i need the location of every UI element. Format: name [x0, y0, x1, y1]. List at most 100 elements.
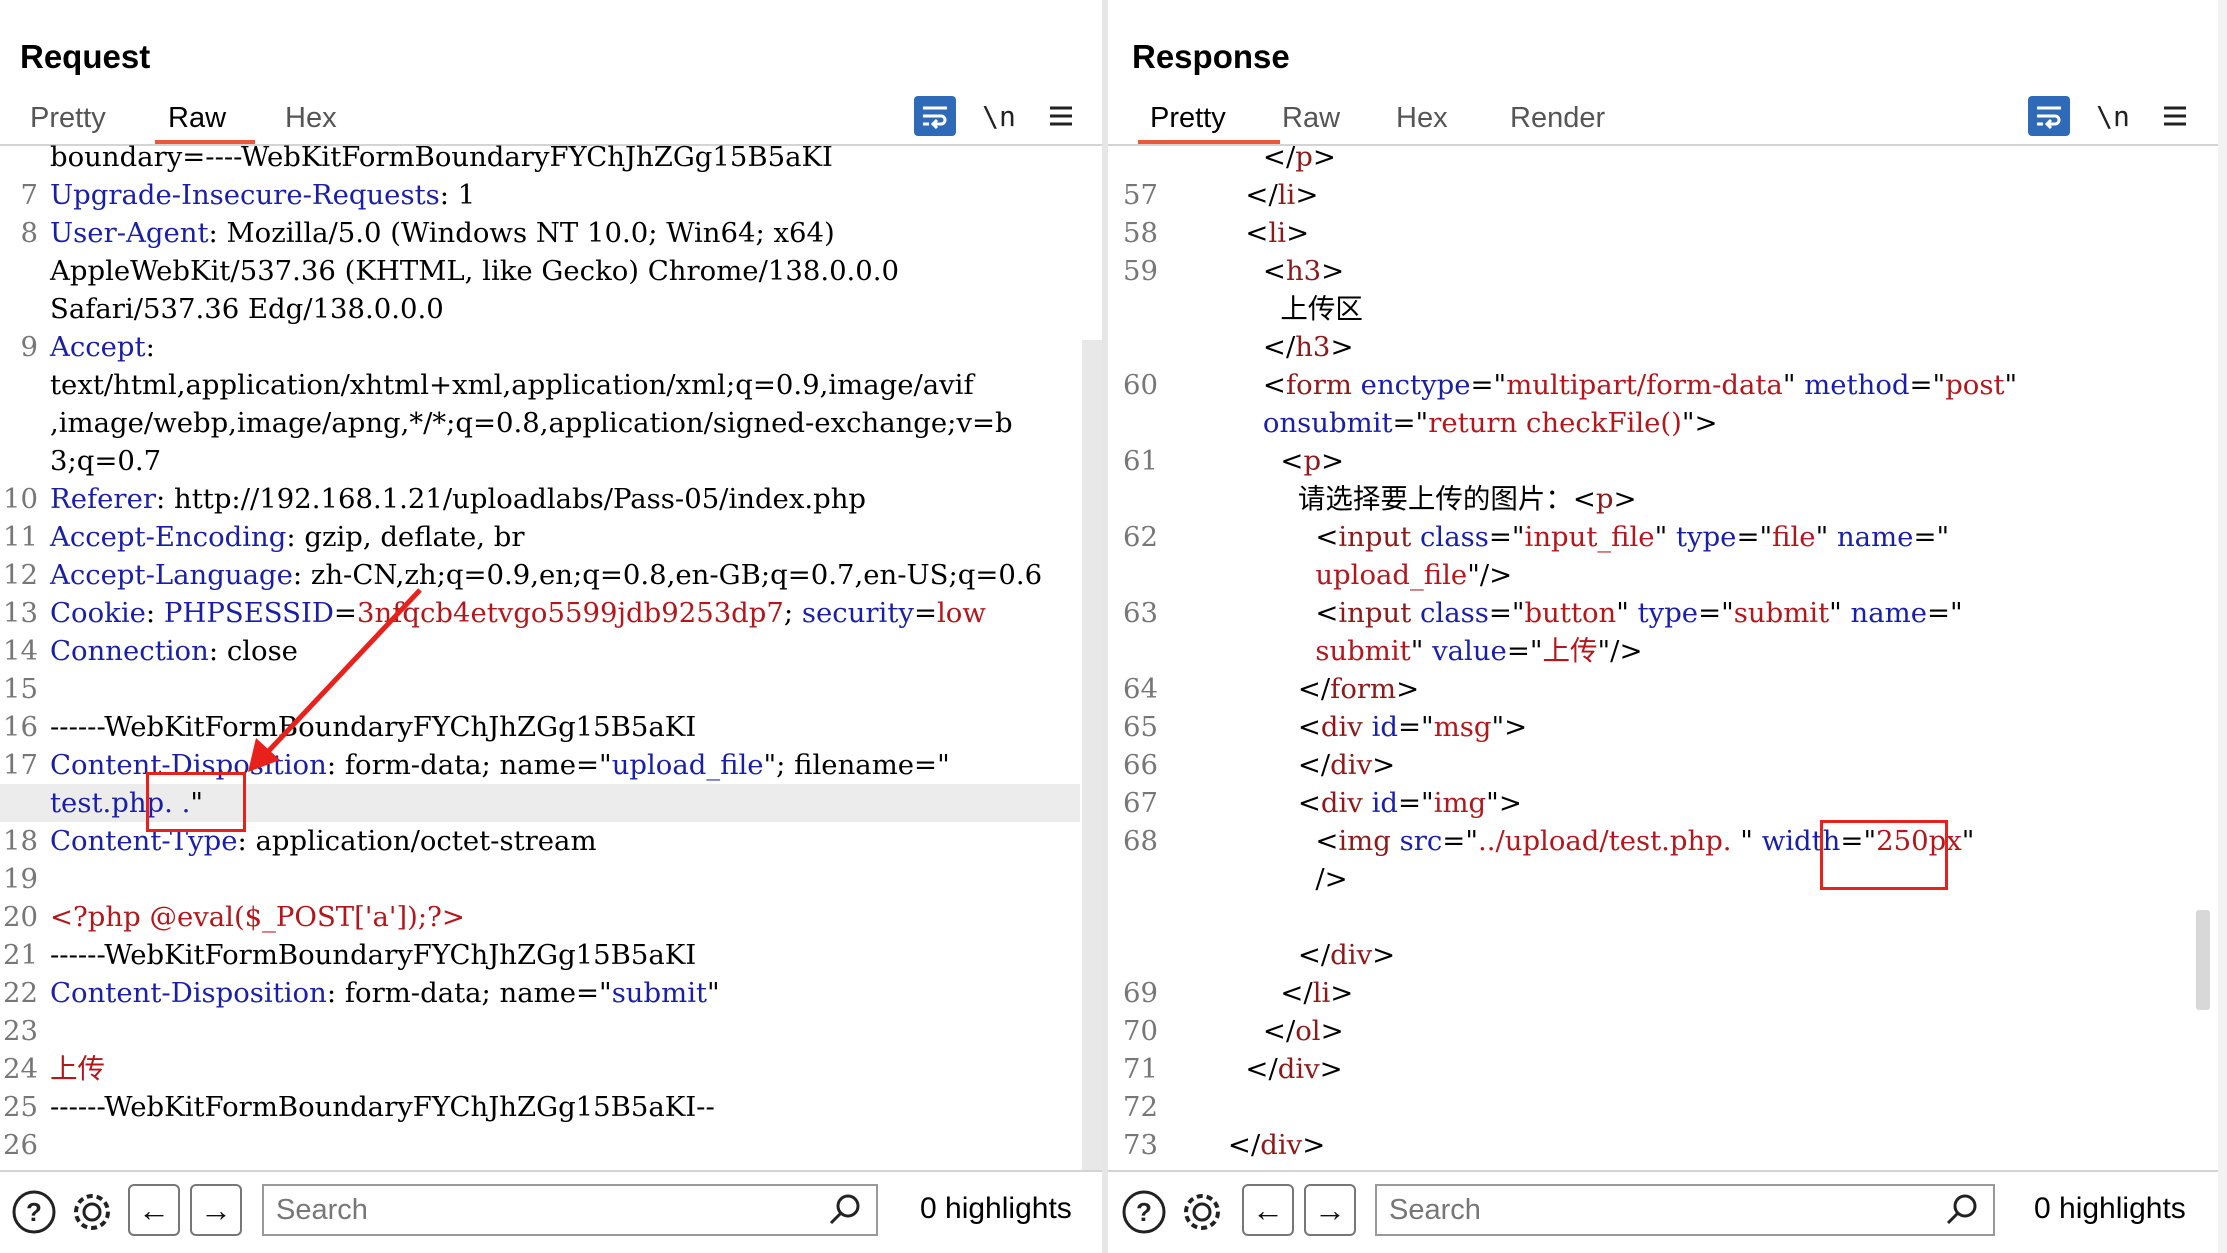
code-token: class [1411, 597, 1489, 629]
line-number: 67 [1123, 787, 1158, 819]
code-token: name [1828, 521, 1914, 553]
line-number: 58 [1123, 217, 1158, 249]
request-next-button[interactable]: → [190, 1184, 242, 1236]
code-line: upload_file"/> [1108, 556, 2196, 594]
code-token: return checkFile() [1428, 407, 1682, 439]
code-token: =" [1397, 787, 1434, 819]
code-text: </div> [1158, 936, 1395, 974]
search-icon [1946, 1194, 1977, 1225]
code-token: button [1524, 597, 1617, 629]
code-text: </form> [1158, 670, 1419, 708]
code-text: <li> [1158, 214, 1309, 252]
code-token: div [1330, 749, 1373, 781]
code-text: </li> [1158, 176, 1318, 214]
code-token: li [1268, 217, 1287, 249]
code-token: < [1158, 445, 1304, 477]
code-token: < [1158, 711, 1321, 743]
code-token: < [1158, 787, 1321, 819]
code-text: <input class="button" type="submit" name… [1158, 594, 1963, 632]
code-token: type [1628, 597, 1699, 629]
wrap-lines-icon [2037, 106, 2061, 129]
code-token: < [1158, 217, 1269, 249]
code-token: < [1158, 597, 1339, 629]
code-line: 61 <p> [1108, 442, 2196, 480]
response-help-button[interactable]: ? [1120, 1188, 1168, 1236]
code-token: input_file [1524, 521, 1655, 553]
code-line: 73 </div> [1108, 1126, 2196, 1164]
code-line: 72 [1108, 1088, 2196, 1126]
code-token: > [1372, 939, 1396, 971]
code-token: " [2004, 369, 2018, 401]
code-text: <div id="msg"> [1158, 708, 1527, 746]
code-text: upload_file"/> [1158, 556, 1512, 594]
code-token: msg [1433, 711, 1492, 743]
code-token: </ [1158, 939, 1331, 971]
code-token: > [1321, 445, 1345, 477]
code-text: 上传区 [1158, 290, 1363, 328]
code-line: 62 <input class="input_file" type="file"… [1108, 518, 2196, 556]
code-token: type [1667, 521, 1737, 553]
code-token: name [1841, 597, 1928, 629]
line-number: 61 [1123, 445, 1158, 477]
request-previous-button[interactable]: ← [128, 1184, 180, 1236]
code-text: </h3> [1158, 328, 1354, 366]
code-token: div [1320, 711, 1363, 743]
line-number: 71 [1123, 1053, 1158, 1085]
response-tab-render[interactable]: Render [1500, 102, 1615, 135]
response-previous-button[interactable]: ← [1242, 1184, 1294, 1236]
code-line: </div> [1108, 936, 2196, 974]
code-token: > [1319, 1053, 1343, 1085]
code-token: submit [1158, 635, 1411, 667]
response-tab-raw[interactable]: Raw [1272, 102, 1350, 135]
response-tab-hex[interactable]: Hex [1386, 102, 1458, 135]
window-right-edge [2218, 0, 2227, 1253]
code-line: 60 <form enctype="multipart/form-data" m… [1108, 366, 2196, 404]
response-menu-button[interactable] [2154, 96, 2196, 136]
code-token: " [1410, 635, 1424, 667]
request-help-button[interactable]: ? [10, 1188, 58, 1236]
gear-icon [1184, 1194, 1220, 1230]
annotation-arrow-icon [248, 588, 422, 772]
code-token: multipart/form-data [1506, 369, 1783, 401]
line-number: 66 [1123, 749, 1158, 781]
request-settings-button[interactable] [68, 1188, 116, 1236]
code-text: submit" value="上传"/> [1158, 632, 1642, 670]
code-token: =" [1927, 597, 1963, 629]
response-search-input[interactable]: Search [1375, 1184, 1995, 1236]
code-token: p [1295, 141, 1313, 173]
code-token: method [1795, 369, 1910, 401]
code-token: div [1277, 1053, 1320, 1085]
request-pane: Request Pretty Raw Hex \n boundary=----W… [0, 0, 1102, 1253]
response-settings-button[interactable] [1178, 1188, 1226, 1236]
response-editor[interactable]: </p> 57 </li> 58 <li> 59 <h3> 上传区 </h3> 60 <… [1108, 138, 2218, 1170]
code-token: " [1815, 521, 1829, 553]
code-token: input [1338, 521, 1412, 553]
code-token: id [1362, 711, 1398, 743]
code-token: < [1158, 825, 1339, 857]
code-text: <div id="img"> [1158, 784, 1522, 822]
code-line: 65 <div id="msg"> [1108, 708, 2196, 746]
response-next-button[interactable]: → [1304, 1184, 1356, 1236]
code-token: " [1782, 369, 1796, 401]
response-show-newlines-button[interactable]: \n [2092, 96, 2134, 136]
code-token: </ [1158, 141, 1296, 173]
response-scrollbar[interactable] [2196, 910, 2210, 1010]
response-wrap-lines-button[interactable] [2028, 96, 2070, 136]
search-icon [829, 1194, 860, 1225]
code-token: ol [1295, 1015, 1321, 1047]
response-tab-pretty[interactable]: Pretty [1140, 102, 1236, 135]
code-token: li [1312, 977, 1331, 1009]
line-number: 64 [1123, 673, 1158, 705]
request-search-input[interactable]: Search [262, 1184, 878, 1236]
code-token: =" [1698, 597, 1734, 629]
code-line: 68 <img src="../upload/test.php. " width… [1108, 822, 2196, 860]
code-text: <form enctype="multipart/form-data" meth… [1158, 366, 2017, 404]
newline-icon: \n [2096, 99, 2130, 133]
code-token: =" [1913, 521, 1950, 553]
code-token: id [1362, 787, 1398, 819]
response-footer: ? ← → Search 0 highlights [1108, 1170, 2218, 1253]
code-token: > [1320, 1015, 1344, 1047]
code-token: /> [1158, 863, 1348, 895]
code-token: < [1158, 369, 1286, 401]
